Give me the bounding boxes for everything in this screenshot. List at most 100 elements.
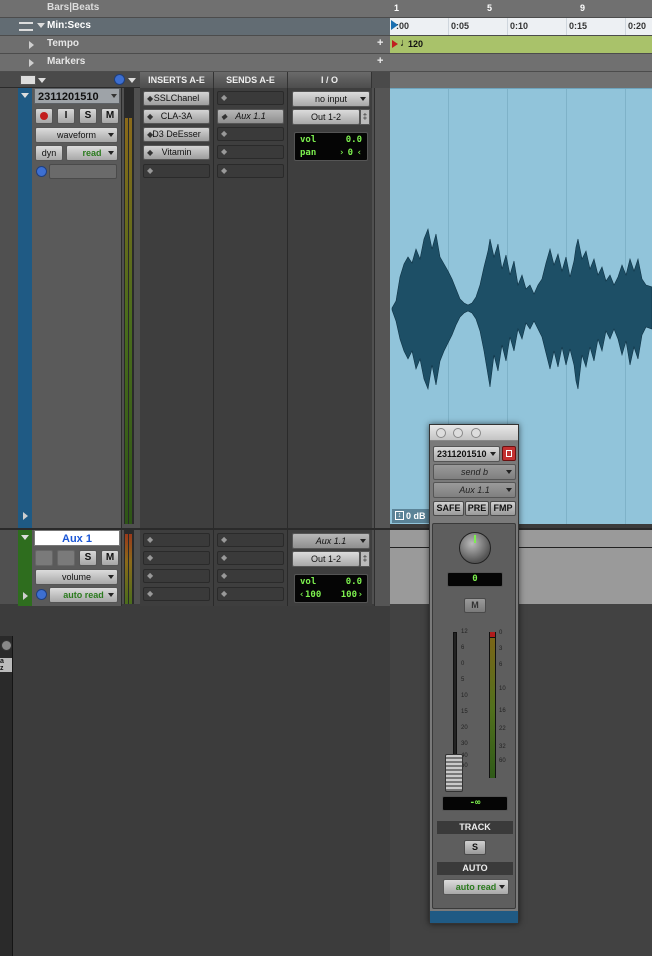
- zoom-icon[interactable]: [471, 428, 481, 438]
- send-mute-button[interactable]: M: [464, 598, 486, 613]
- chevron-down-icon[interactable]: [21, 93, 29, 98]
- chevron-down-icon[interactable]: [21, 535, 29, 540]
- track-view-select[interactable]: waveform: [35, 127, 118, 143]
- safe-button[interactable]: SAFE: [433, 501, 464, 516]
- vertical-scroll-track[interactable]: [374, 88, 390, 528]
- dyn-button[interactable]: dyn: [35, 145, 63, 161]
- insert-slot-b[interactable]: ◆ CLA-3A: [143, 109, 210, 124]
- tempo-bar[interactable]: ♩ 120: [390, 36, 652, 53]
- vertical-scroll-track[interactable]: [374, 530, 390, 606]
- chevron-down-icon[interactable]: [37, 23, 45, 28]
- chevron-down-icon[interactable]: [128, 78, 136, 83]
- automation-mode-select[interactable]: auto read: [49, 587, 118, 603]
- disclosure-triangle-icon[interactable]: [23, 512, 28, 520]
- timebase-icon[interactable]: [36, 166, 47, 177]
- send-slot-b[interactable]: ◆: [217, 551, 284, 565]
- ruler-markers[interactable]: Markers +: [0, 54, 652, 72]
- add-marker-icon[interactable]: +: [377, 55, 383, 67]
- track-name-field[interactable]: Aux 1: [34, 530, 120, 546]
- mute-button[interactable]: M: [101, 108, 119, 124]
- vol-value: 0.0: [345, 135, 362, 145]
- solo-button[interactable]: S: [79, 108, 97, 124]
- send-slot-c[interactable]: ◆: [217, 127, 284, 141]
- clip-gain-value: 0 dB: [406, 511, 426, 521]
- solo-button[interactable]: S: [79, 550, 97, 566]
- sort-az-icon[interactable]: az: [0, 658, 12, 672]
- insert-slot-a[interactable]: ◆ SSLChanel: [143, 91, 210, 106]
- pre-button[interactable]: PRE: [465, 501, 489, 516]
- send-slot-b[interactable]: ◆ Aux 1.1: [217, 109, 284, 124]
- disclosure-triangle-icon[interactable]: [23, 592, 28, 600]
- send-level-display[interactable]: -∞: [442, 796, 508, 811]
- track-name-field[interactable]: 2311201510: [34, 88, 120, 104]
- send-slot-e[interactable]: ◆: [217, 164, 284, 178]
- insert-slot-c[interactable]: ◆: [143, 569, 210, 583]
- track-color-strip: [18, 88, 32, 528]
- send-automation-select[interactable]: auto read: [443, 879, 509, 895]
- tempo-marker-icon[interactable]: [392, 40, 398, 48]
- chevron-down-icon[interactable]: [111, 94, 117, 98]
- disclosure-triangle-icon[interactable]: [29, 59, 34, 67]
- send-strip: 0 M 12 6 0 5 10 15 20 30 40 60 0 3 6 10: [432, 523, 516, 909]
- track-height-field[interactable]: [49, 164, 117, 179]
- minimize-icon[interactable]: [453, 428, 463, 438]
- pan-value-display[interactable]: 0: [447, 572, 503, 587]
- ruler-tempo[interactable]: Tempo + ♩ 120: [0, 36, 652, 54]
- clock-icon[interactable]: [114, 74, 125, 85]
- send-slot-a[interactable]: ◆: [217, 91, 284, 105]
- volume-pan-display[interactable]: vol 0.0 ‹ 100 100 ›: [294, 574, 368, 603]
- input-monitor-button[interactable]: I: [57, 108, 75, 124]
- playhead-marker[interactable]: [391, 20, 398, 30]
- send-slot-c[interactable]: ◆: [217, 569, 284, 583]
- dyn-label: dyn: [41, 148, 57, 158]
- target-icon[interactable]: [502, 446, 516, 461]
- add-tempo-icon[interactable]: +: [377, 37, 383, 49]
- mute-button[interactable]: M: [101, 550, 119, 566]
- output-select[interactable]: Out 1-2: [292, 109, 360, 125]
- input-monitor-button-disabled: [57, 550, 75, 566]
- input-select[interactable]: Aux 1.1: [292, 533, 370, 549]
- clip-gain-display[interactable]: ↕ 0 dB: [392, 509, 430, 523]
- pan-knob[interactable]: [459, 532, 491, 564]
- volume-pan-display[interactable]: vol 0.0 pan › 0 ‹: [294, 132, 368, 161]
- chevron-down-icon[interactable]: [38, 78, 46, 83]
- automation-mode-value: read: [82, 148, 102, 158]
- insert-slot-e[interactable]: ◆: [143, 164, 210, 178]
- send-slot-d[interactable]: ◆: [217, 145, 284, 159]
- send-select[interactable]: send b: [433, 464, 516, 480]
- close-icon[interactable]: [436, 428, 446, 438]
- automation-mode-select[interactable]: read: [66, 145, 118, 161]
- send-slot-d[interactable]: ◆: [217, 587, 284, 601]
- time-tick: 0:20: [628, 21, 647, 31]
- send-destination-select[interactable]: Aux 1.1: [433, 482, 516, 498]
- output-link-icon[interactable]: ‡: [360, 551, 370, 567]
- pan-value: 0: [472, 574, 478, 584]
- send-window-titlebar[interactable]: [430, 425, 518, 441]
- output-link-icon[interactable]: ‡: [360, 109, 370, 125]
- ruler-view-icon[interactable]: [19, 22, 33, 31]
- bar-tick: 1: [394, 3, 400, 13]
- insert-name: SSLChanel: [153, 93, 200, 103]
- time-tick: 0:10: [510, 21, 529, 31]
- ruler-min-secs[interactable]: Min:Secs :00 0:05 0:10 0:15 0:20: [0, 18, 652, 36]
- time-ruler[interactable]: :00 0:05 0:10 0:15 0:20: [390, 18, 652, 35]
- track-view-select[interactable]: volume: [35, 569, 118, 585]
- gear-icon[interactable]: [1, 640, 12, 651]
- insert-slot-d[interactable]: ◆: [143, 587, 210, 601]
- insert-slot-d[interactable]: ◆ Vitamin: [143, 145, 210, 160]
- track-list-icon[interactable]: [20, 75, 36, 85]
- output-select[interactable]: Out 1-2: [292, 551, 360, 567]
- track-solo-button[interactable]: S: [464, 840, 486, 855]
- insert-slot-a[interactable]: ◆: [143, 533, 210, 547]
- fmp-button[interactable]: FMP: [490, 501, 516, 516]
- insert-slot-c[interactable]: ◆ D3 DeEsser: [143, 127, 210, 142]
- timebase-icon[interactable]: [36, 589, 47, 600]
- send-track-select[interactable]: 2311201510: [433, 446, 500, 462]
- disclosure-triangle-icon[interactable]: [29, 41, 34, 49]
- insert-slot-b[interactable]: ◆: [143, 551, 210, 565]
- input-select[interactable]: no input: [292, 91, 370, 107]
- fader-cap[interactable]: [445, 754, 463, 792]
- send-slot-a[interactable]: ◆: [217, 533, 284, 547]
- record-button[interactable]: [35, 108, 53, 124]
- left-strip: [0, 636, 13, 956]
